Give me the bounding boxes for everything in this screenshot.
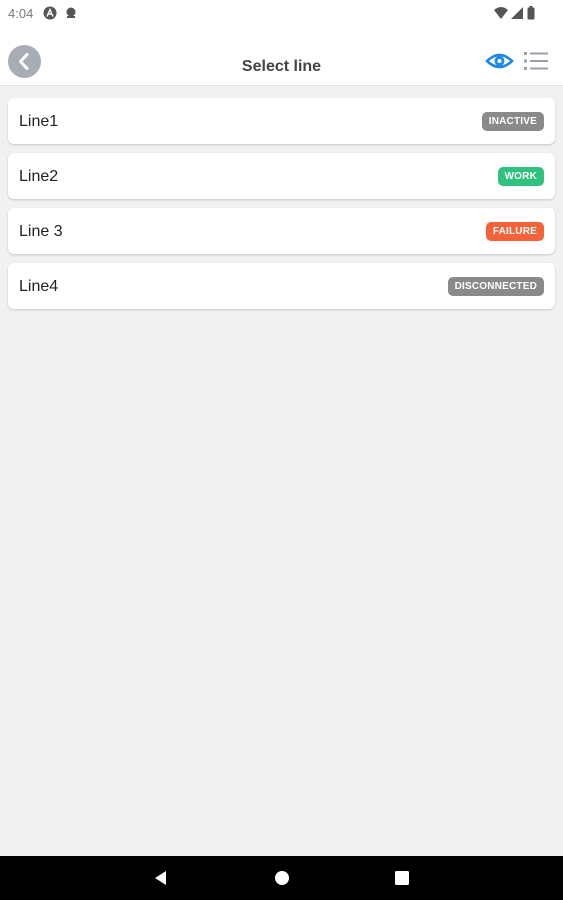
a-icon (43, 6, 57, 20)
line-name: Line 3 (19, 223, 63, 240)
nav-home-button[interactable] (272, 868, 292, 888)
eye-icon (485, 53, 514, 69)
line-name: Line4 (19, 278, 59, 295)
line-item-line4[interactable]: Line4 DISCONNECTED (8, 263, 555, 309)
line-list: Line1 INACTIVE Line2 WORK Line 3 FAILURE… (8, 98, 555, 318)
nav-back-button[interactable] (151, 868, 171, 888)
status-badge: WORK (497, 167, 544, 186)
status-badge: INACTIVE (481, 112, 544, 131)
line-item-line3[interactable]: Line 3 FAILURE (8, 208, 555, 254)
status-badge: DISCONNECTED (447, 277, 544, 296)
status-badge: FAILURE (485, 222, 544, 241)
line-item-line2[interactable]: Line2 WORK (8, 153, 555, 199)
line-name: Line1 (19, 113, 59, 130)
list-icon (524, 52, 548, 70)
line-name: Line2 (19, 168, 59, 185)
battery-icon (527, 6, 535, 20)
nav-recents-button[interactable] (392, 868, 412, 888)
status-bar: 4:04 (0, 0, 563, 28)
recents-square-icon (395, 871, 409, 885)
page-title: Select line (241, 58, 322, 75)
back-triangle-icon (155, 871, 166, 885)
list-view-button[interactable] (523, 50, 549, 72)
notification-icon (64, 6, 78, 20)
status-time: 4:04 (8, 6, 34, 21)
view-toggle-button[interactable] (485, 50, 514, 72)
wifi-icon (494, 6, 508, 20)
line-item-line1[interactable]: Line1 INACTIVE (8, 98, 555, 144)
system-nav-bar (0, 856, 563, 900)
app-bar: Select line (0, 28, 563, 86)
home-circle-icon (275, 871, 289, 885)
signal-icon (510, 6, 524, 20)
